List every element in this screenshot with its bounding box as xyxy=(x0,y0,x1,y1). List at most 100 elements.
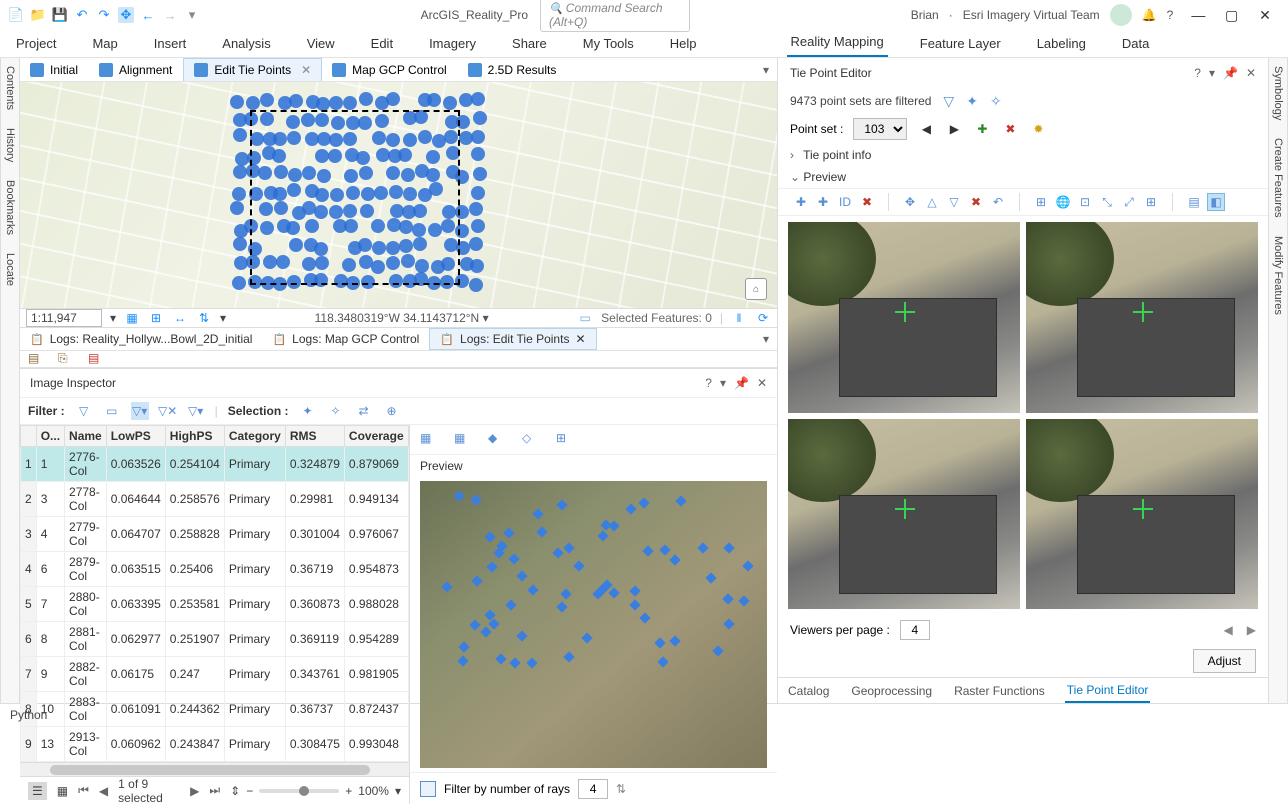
view-tab-edit-tie-points[interactable]: Edit Tie Points✕ xyxy=(183,58,322,81)
auto2-icon[interactable]: ▽ xyxy=(945,193,963,211)
minimize-icon[interactable]: — xyxy=(1183,5,1213,25)
menu-icon[interactable]: ▾ xyxy=(720,376,726,390)
close-icon[interactable]: ✕ xyxy=(757,376,767,390)
tab-map[interactable]: Map xyxy=(88,30,121,57)
tab-project[interactable]: Project xyxy=(12,30,60,57)
new-project-icon[interactable]: 📄 xyxy=(8,7,24,23)
scale-input[interactable]: 1:11,947 xyxy=(26,309,102,327)
chevron-down-icon[interactable]: ▾ xyxy=(395,784,401,798)
filter-extent-icon[interactable]: ▭ xyxy=(103,402,121,420)
locate-point-icon[interactable]: ✹ xyxy=(1029,120,1047,138)
map-view[interactable]: ⌂ xyxy=(20,82,777,308)
filter-more-icon[interactable]: ▽▾ xyxy=(187,402,205,420)
tab-catalog[interactable]: Catalog xyxy=(786,680,831,702)
table-row[interactable]: 8102883-Col0.0610910.244362Primary0.3673… xyxy=(21,692,410,727)
auto-del-icon[interactable]: ✖ xyxy=(967,193,985,211)
help-icon[interactable]: ? xyxy=(1194,66,1201,80)
table-row[interactable]: 682881-Col0.0629770.251907Primary0.36911… xyxy=(21,622,410,657)
view-cards-icon[interactable]: ▦ xyxy=(57,784,68,798)
save-icon[interactable]: 💾 xyxy=(52,7,68,23)
close-icon[interactable]: ✕ xyxy=(301,63,311,77)
link-icon[interactable]: ⊞ xyxy=(1032,193,1050,211)
tab-analysis[interactable]: Analysis xyxy=(218,30,274,57)
tab-view[interactable]: View xyxy=(303,30,339,57)
collapse-icon[interactable]: ⤡ xyxy=(1098,193,1116,211)
team-name[interactable]: Esri Imagery Virtual Team xyxy=(963,8,1100,22)
back-icon[interactable]: ← xyxy=(140,7,156,23)
tpe-section-preview[interactable]: ⌄ Preview xyxy=(778,166,1268,188)
close-icon[interactable]: ✕ xyxy=(1250,5,1280,25)
viewers-input[interactable] xyxy=(900,620,930,640)
prev-pointset-icon[interactable]: ◀ xyxy=(917,120,935,138)
snap-icon[interactable]: ▦ xyxy=(124,310,140,326)
help-icon[interactable]: ? xyxy=(1167,8,1174,22)
dock-history[interactable]: History xyxy=(4,128,16,162)
page-prev-icon[interactable]: ◀ xyxy=(1224,623,1233,637)
inspector-table[interactable]: O...NameLowPSHighPSCategoryRMSCoverageCo… xyxy=(20,425,409,762)
dock-bookmarks[interactable]: Bookmarks xyxy=(4,180,16,235)
rays-checkbox[interactable] xyxy=(420,781,436,797)
notifications-icon[interactable]: 🔔 xyxy=(1142,8,1157,22)
tab-labeling[interactable]: Labeling xyxy=(1033,30,1090,57)
viewer-4[interactable]: 4 xyxy=(1026,419,1258,610)
pause-icon[interactable]: ‖ xyxy=(731,310,747,326)
filter-icon[interactable]: ▽ xyxy=(943,93,954,110)
view-tab-alignment[interactable]: Alignment xyxy=(89,59,183,81)
undo-icon[interactable]: ↶ xyxy=(74,7,90,23)
dock-symbology[interactable]: Symbology xyxy=(1272,66,1284,120)
tab-data[interactable]: Data xyxy=(1118,30,1153,57)
add-gcp-icon[interactable]: ✚ xyxy=(814,193,832,211)
zoom-slider[interactable] xyxy=(259,789,339,793)
table-row[interactable]: 232778-Col0.0646440.258576Primary0.29981… xyxy=(21,482,410,517)
dock-modify-features[interactable]: Modify Features xyxy=(1272,236,1284,315)
tpe-section-info[interactable]: › Tie point info xyxy=(778,144,1268,166)
log-new-icon[interactable]: ▤ xyxy=(28,351,44,367)
select-zoom-icon[interactable]: ⊕ xyxy=(382,402,400,420)
preview-tool-5-icon[interactable]: ⊞ xyxy=(556,431,574,449)
tab-tie-point-editor[interactable]: Tie Point Editor xyxy=(1065,679,1151,703)
tab-share[interactable]: Share xyxy=(508,30,551,57)
dynamic-icon[interactable]: ⇅ xyxy=(196,310,212,326)
open-project-icon[interactable]: 📁 xyxy=(30,7,46,23)
view-tabs-menu-icon[interactable]: ▾ xyxy=(755,63,777,77)
select-all-icon[interactable]: ✦ xyxy=(298,402,316,420)
dock-locate[interactable]: Locate xyxy=(4,253,16,286)
filter-remove-icon[interactable]: ✧ xyxy=(990,93,1002,110)
legend-icon[interactable]: ▤ xyxy=(1185,193,1203,211)
tab-mytools[interactable]: My Tools xyxy=(579,30,638,57)
chevron-down-icon[interactable]: ▾ xyxy=(110,311,116,325)
grid2-icon[interactable]: ⊞ xyxy=(1142,193,1160,211)
viewer-3[interactable]: 3 xyxy=(788,419,1020,610)
split-icon[interactable]: ⇕ xyxy=(230,784,240,798)
help-icon[interactable]: ? xyxy=(705,376,712,390)
move-icon[interactable]: ✥ xyxy=(901,193,919,211)
stepper-icon[interactable]: ⇅ xyxy=(616,782,626,796)
close-icon[interactable]: ✕ xyxy=(575,332,585,346)
next-icon[interactable]: ▶ xyxy=(190,784,199,798)
log-delete-icon[interactable]: ▤ xyxy=(88,351,104,367)
qat-menu-icon[interactable]: ▾ xyxy=(184,7,200,23)
preview-tool-2-icon[interactable]: ▦ xyxy=(454,431,472,449)
tab-help[interactable]: Help xyxy=(666,30,701,57)
tab-feature-layer[interactable]: Feature Layer xyxy=(916,30,1005,57)
menu-icon[interactable]: ▾ xyxy=(1209,66,1215,80)
preview-tool-1-icon[interactable]: ▦ xyxy=(420,431,438,449)
overlay-icon[interactable]: ◧ xyxy=(1207,193,1225,211)
expand-icon[interactable]: ⤢ xyxy=(1120,193,1138,211)
tab-raster-functions[interactable]: Raster Functions xyxy=(952,680,1047,702)
log-copy-icon[interactable]: ⎘ xyxy=(58,351,74,367)
preview-tool-4-icon[interactable]: ◇ xyxy=(522,431,540,449)
log-tabs-menu-icon[interactable]: ▾ xyxy=(755,332,777,346)
filter-icon[interactable]: ▽ xyxy=(75,402,93,420)
explore-icon[interactable]: ✥ xyxy=(118,7,134,23)
viewer-1[interactable]: 1 xyxy=(788,222,1020,413)
maximize-icon[interactable]: ▢ xyxy=(1217,5,1247,25)
table-row[interactable]: 112776-Col0.0635260.254104Primary0.32487… xyxy=(21,447,410,482)
preview-tool-3-icon[interactable]: ◆ xyxy=(488,431,506,449)
pin-icon[interactable]: 📌 xyxy=(734,376,749,390)
select-switch-icon[interactable]: ⇄ xyxy=(354,402,372,420)
grid-icon[interactable]: ⊞ xyxy=(148,310,164,326)
first-icon[interactable]: ⏮ xyxy=(78,783,89,798)
table-row[interactable]: 342779-Col0.0647070.258828Primary0.30100… xyxy=(21,517,410,552)
fit-icon[interactable]: ⊡ xyxy=(1076,193,1094,211)
